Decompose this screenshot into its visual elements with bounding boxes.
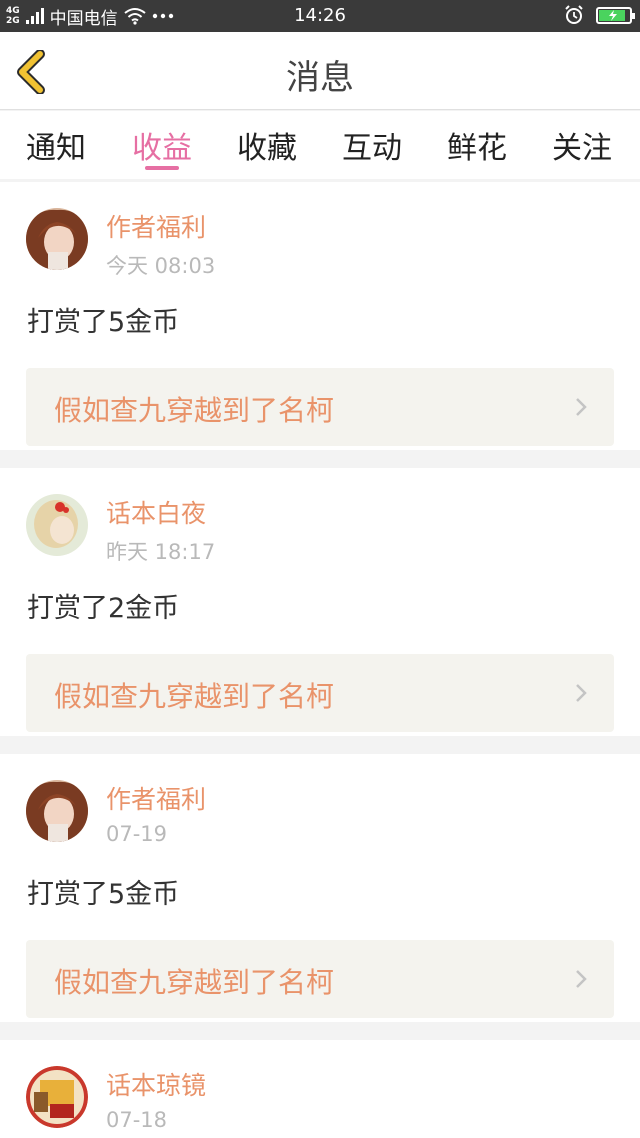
book-title: 假如查九穿越到了名柯 xyxy=(54,680,335,713)
message-time: 07-19 xyxy=(106,822,168,846)
tab-interactions[interactable]: 互动 xyxy=(317,123,427,167)
avatar[interactable] xyxy=(26,494,88,556)
book-link[interactable]: 假如查九穿越到了名柯 xyxy=(26,368,614,446)
alarm-icon xyxy=(565,5,583,24)
message-time: 今天 08:03 xyxy=(106,254,216,278)
avatar[interactable] xyxy=(26,780,88,842)
tab-follows[interactable]: 关注 xyxy=(527,123,637,167)
status-bar: 4G 2G 中国电信 14:26 xyxy=(0,0,640,32)
nav-bar: 消息 xyxy=(0,32,640,110)
author-name[interactable]: 话本白夜 xyxy=(106,494,206,530)
message-text: 打赏了5金币 xyxy=(27,879,180,910)
book-link[interactable]: 假如查九穿越到了名柯 xyxy=(26,654,614,732)
message-text: 打赏了5金币 xyxy=(27,307,180,338)
author-name[interactable]: 作者福利 xyxy=(106,780,206,816)
status-time: 14:26 xyxy=(294,5,346,26)
message-time: 07-18 xyxy=(106,1108,168,1132)
book-title: 假如查九穿越到了名柯 xyxy=(54,394,335,427)
active-tab-indicator xyxy=(145,166,179,170)
message-card: 作者福利 今天 08:03 打赏了5金币 假如查九穿越到了名柯 xyxy=(0,182,640,450)
avatar[interactable] xyxy=(26,1066,88,1128)
avatar[interactable] xyxy=(26,208,88,270)
message-card: 作者福利 07-19 打赏了5金币 假如查九穿越到了名柯 xyxy=(0,754,640,1022)
author-name[interactable]: 话本琼镜 xyxy=(106,1066,206,1102)
message-text: 打赏了2金币 xyxy=(27,593,180,624)
message-time: 昨天 18:17 xyxy=(106,540,216,564)
book-link[interactable]: 假如查九穿越到了名柯 xyxy=(26,940,614,1018)
chevron-right-icon xyxy=(576,684,587,702)
status-right xyxy=(564,5,635,25)
tab-bar: 通知 收益 收藏 互动 鲜花 关注 xyxy=(0,111,640,179)
charging-icon xyxy=(609,9,617,21)
message-card: 话本琼镜 07-18 xyxy=(0,1040,640,1138)
tab-favorites[interactable]: 收藏 xyxy=(212,123,322,167)
tab-earnings[interactable]: 收益 xyxy=(107,123,217,167)
battery-icon xyxy=(596,6,635,24)
author-name[interactable]: 作者福利 xyxy=(106,208,206,244)
chevron-right-icon xyxy=(576,398,587,416)
tab-notifications[interactable]: 通知 xyxy=(1,123,111,167)
book-title: 假如查九穿越到了名柯 xyxy=(54,966,335,999)
page-title: 消息 xyxy=(286,58,354,98)
chevron-right-icon xyxy=(576,970,587,988)
message-card: 话本白夜 昨天 18:17 打赏了2金币 假如查九穿越到了名柯 xyxy=(0,468,640,736)
tab-flowers[interactable]: 鲜花 xyxy=(422,123,532,167)
